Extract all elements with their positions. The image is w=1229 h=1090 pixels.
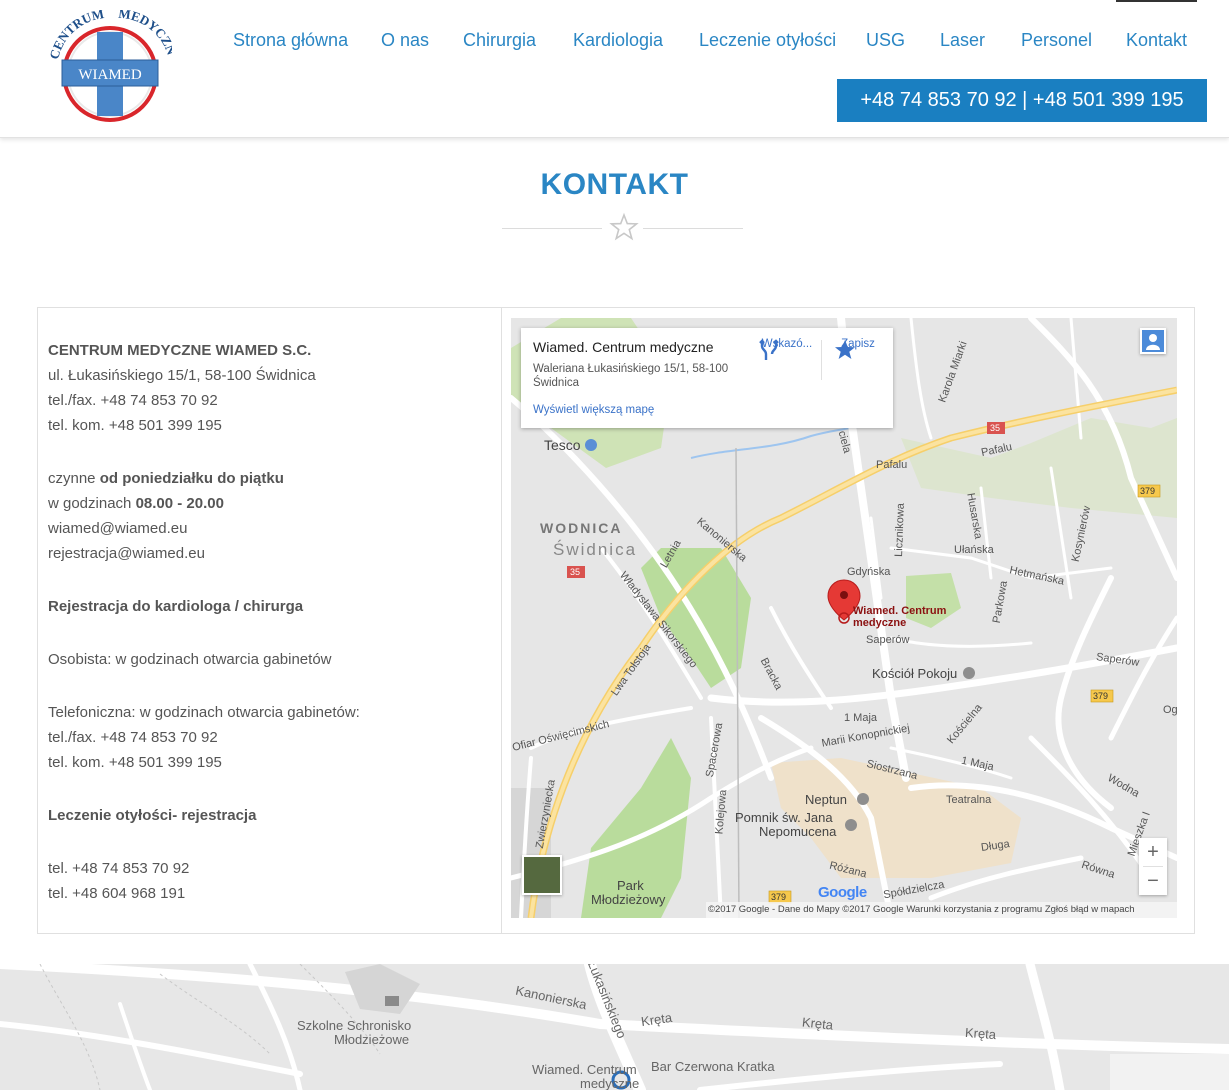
map-label: Gdyńska: [847, 566, 891, 578]
registration-heading: Rejestracja do kardiologa / chirurga: [48, 598, 304, 615]
star-icon: [835, 340, 855, 359]
tel-fax: tel./fax. +48 74 853 70 92: [48, 392, 218, 409]
zoom-out-button[interactable]: −: [1139, 867, 1167, 895]
phone-banner[interactable]: +48 74 853 70 92 | +48 501 399 195: [837, 79, 1207, 122]
person-icon: [1142, 330, 1164, 352]
nav-active-indicator: [1116, 0, 1197, 2]
map-label: Tesco: [544, 437, 581, 453]
nav-item-home[interactable]: Strona główna: [233, 30, 348, 51]
panel-divider: [501, 308, 502, 933]
map-label: WODNICA: [540, 520, 623, 536]
marker-label: medyczne: [853, 617, 907, 629]
directions-button[interactable]: Wskazó...: [757, 338, 817, 360]
place-address: Waleriana Łukasińskiego 15/1, 58-100 Świ…: [533, 363, 729, 389]
bigmap-label: Bar Czerwona Kratka: [651, 1059, 775, 1074]
road-number: 379: [771, 892, 787, 902]
hours-prefix: w godzinach: [48, 495, 136, 512]
nav-item-surgery[interactable]: Chirurgia: [463, 30, 536, 51]
logo-brand: WIAMED: [78, 67, 141, 83]
logo-arc-left: CENTRUM: [48, 10, 105, 61]
obesity-heading: Leczenie otyłości- rejestracja: [48, 807, 257, 824]
bigmap-label: Młodzieżowe: [334, 1032, 410, 1047]
open-prefix: czynne: [48, 470, 100, 487]
place-card: Wiamed. Centrum medyczne Waleriana Łukas…: [521, 328, 893, 428]
card-separator: [821, 340, 822, 380]
road-number: 35: [990, 423, 1001, 433]
site-header: CENTRUM MEDYCZNE WIAMED Strona główna O …: [0, 0, 1229, 138]
road-number: 379: [1140, 486, 1156, 496]
map-label: Pafalu: [876, 459, 908, 471]
larger-map-link[interactable]: Wyświetl większą mapę: [533, 404, 654, 416]
contact-info: CENTRUM MEDYCZNE WIAMED S.C. ul. Łukasiń…: [48, 338, 488, 906]
nav-item-contact[interactable]: Kontakt: [1126, 30, 1187, 51]
hostel-icon: [385, 996, 399, 1006]
obesity-tel-2: tel. +48 604 968 191: [48, 885, 186, 902]
map-label: Młodzieżowy: [591, 892, 666, 907]
bigmap-label: medyczne: [580, 1076, 640, 1090]
zoom-control: + −: [1139, 838, 1167, 895]
zoom-in-button[interactable]: +: [1139, 838, 1167, 866]
nav-item-staff[interactable]: Personel: [1021, 30, 1092, 51]
open-days: od poniedziałku do piątku: [99, 470, 284, 487]
street-view-pegman[interactable]: [1140, 328, 1166, 354]
map-label: Kościół Pokoju: [872, 666, 958, 681]
registration-personal: Osobista: w godzinach otwarcia gabinetów: [48, 651, 332, 668]
map-label: 1 Maja: [844, 712, 878, 724]
google-logo: Google: [818, 884, 867, 901]
address: ul. Łukasińskiego 15/1, 58-100 Świdnica: [48, 367, 316, 384]
title-divider-right: [643, 228, 743, 229]
bigmap-label: Szkolne Schronisko: [297, 1018, 412, 1033]
wiamed-logo[interactable]: CENTRUM MEDYCZNE WIAMED: [48, 10, 172, 128]
nav-item-cardiology[interactable]: Kardiologia: [573, 30, 663, 51]
company-name: CENTRUM MEDYCZNE WIAMED S.C.: [48, 342, 312, 359]
bigmap-label: Kręta: [964, 1024, 997, 1043]
svg-text:CENTRUM: CENTRUM: [48, 10, 105, 61]
map-label: Nepomucena: [759, 824, 837, 839]
obesity-tel-1: tel. +48 74 853 70 92: [48, 860, 190, 877]
nav-item-about[interactable]: O nas: [381, 30, 429, 51]
page-title: KONTAKT: [540, 168, 689, 201]
open-hours: 08.00 - 20.00: [135, 495, 224, 512]
road-number: 35: [570, 567, 581, 577]
map-label: Pomnik św. Jana: [735, 810, 833, 825]
map-label: Licznikowa: [892, 502, 907, 558]
bigmap-label: Wiamed. Centrum: [532, 1062, 637, 1077]
email-link[interactable]: wiamed@wiamed.eu: [48, 516, 488, 541]
map-label: Ułańska: [954, 544, 994, 556]
nav-item-obesity[interactable]: Leczenie otyłości: [699, 30, 836, 51]
place-title: Wiamed. Centrum medyczne: [533, 339, 714, 355]
title-divider-left: [502, 228, 602, 229]
map-label: Teatralna: [946, 794, 992, 806]
google-map[interactable]: 35 35 379 379 379 Tesco WODNICA Świdnica…: [511, 318, 1177, 918]
nav-item-usg[interactable]: USG: [866, 30, 905, 51]
map-label: Og: [1163, 704, 1177, 716]
map-attribution[interactable]: ©2017 Google - Dane do Mapy ©2017 Google…: [706, 902, 1177, 918]
satellite-toggle[interactable]: [522, 855, 562, 895]
main-nav: Strona główna O nas Chirurgia Kardiologi…: [218, 30, 1208, 56]
star-icon: [609, 212, 639, 241]
map-label: Park: [617, 878, 644, 893]
tel-mobile: tel. kom. +48 501 399 195: [48, 417, 222, 434]
map-label: Świdnica: [553, 540, 638, 559]
save-button[interactable]: Zapisz: [833, 338, 883, 359]
nav-item-laser[interactable]: Laser: [940, 30, 985, 51]
bigmap-label: Kręta: [801, 1014, 834, 1033]
email-registration-link[interactable]: rejestracja@wiamed.eu: [48, 541, 488, 566]
map-label: Saperów: [866, 634, 910, 646]
background-map[interactable]: Kanonierska Łukasińskiego Kręta Kręta Kr…: [0, 964, 1229, 1090]
map-label: Neptun: [805, 792, 847, 807]
road-number: 379: [1093, 691, 1109, 701]
marker-label: Wiamed. Centrum: [853, 605, 947, 617]
tel-fax-2: tel./fax. +48 74 853 70 92: [48, 729, 218, 746]
tel-mobile-2: tel. kom. +48 501 399 195: [48, 754, 222, 771]
registration-phone: Telefoniczna: w godzinach otwarcia gabin…: [48, 704, 360, 721]
directions-icon: [759, 339, 779, 360]
